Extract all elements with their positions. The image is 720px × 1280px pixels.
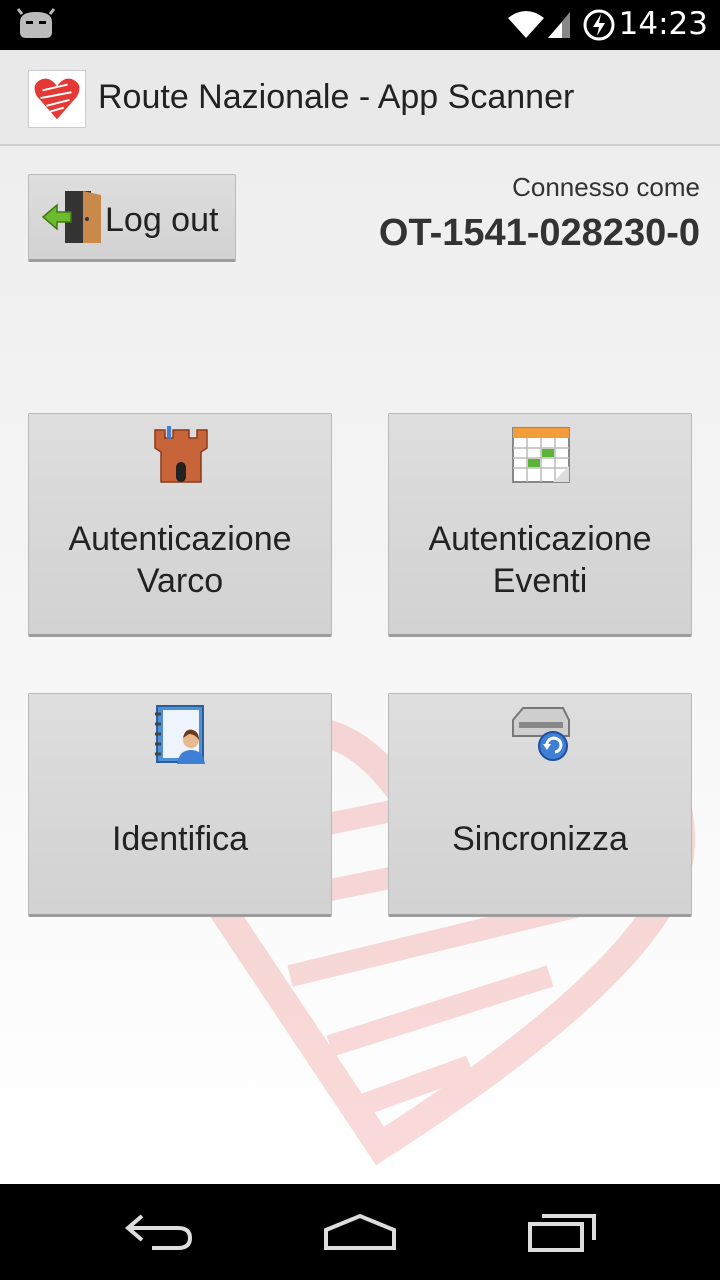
status-bar: 14:23 — [0, 0, 720, 50]
action-bar: Route Nazionale - App Scanner — [0, 50, 720, 146]
castle-icon — [154, 426, 208, 483]
nav-bar — [0, 1184, 720, 1280]
app-title: Route Nazionale - App Scanner — [98, 78, 575, 116]
heart-logo-icon — [28, 70, 86, 128]
identifica-label: Identifica — [111, 820, 249, 858]
auth-varco-label: Autenticazione Varco — [29, 518, 331, 602]
auth-varco-label-line2: Varco — [136, 562, 224, 600]
sync-drive-icon — [512, 707, 570, 761]
battery-charging-icon — [583, 9, 615, 41]
main-content: Log out Connesso come OT-1541-028230-0 A… — [0, 146, 720, 1184]
logout-button[interactable]: Log out — [28, 174, 236, 262]
sincronizza-button[interactable]: Sincronizza — [388, 693, 692, 917]
user-code: OT-1541-028230-0 — [378, 212, 700, 254]
status-clock: 14:23 — [618, 6, 708, 42]
logout-label: Log out — [105, 201, 219, 239]
exit-door-icon — [41, 191, 101, 243]
sincronizza-label: Sincronizza — [452, 820, 628, 858]
android-icon — [16, 8, 56, 38]
auth-varco-label-line1: Autenticazione — [68, 520, 292, 558]
auth-eventi-label-line2: Eventi — [492, 562, 588, 600]
auth-varco-button[interactable]: Autenticazione Varco — [28, 413, 332, 637]
identifica-button[interactable]: Identifica — [28, 693, 332, 917]
back-icon[interactable] — [122, 1210, 196, 1254]
auth-eventi-label-line1: Autenticazione — [428, 520, 652, 558]
signal-icon — [548, 12, 570, 38]
contact-book-icon — [155, 705, 205, 764]
home-icon[interactable] — [322, 1210, 398, 1254]
connected-as-label: Connesso come — [512, 172, 700, 202]
calendar-icon — [512, 427, 570, 483]
auth-eventi-label: Autenticazione Eventi — [389, 518, 691, 602]
wifi-icon — [508, 11, 544, 38]
recent-apps-icon[interactable] — [526, 1210, 598, 1254]
auth-eventi-button[interactable]: Autenticazione Eventi — [388, 413, 692, 637]
